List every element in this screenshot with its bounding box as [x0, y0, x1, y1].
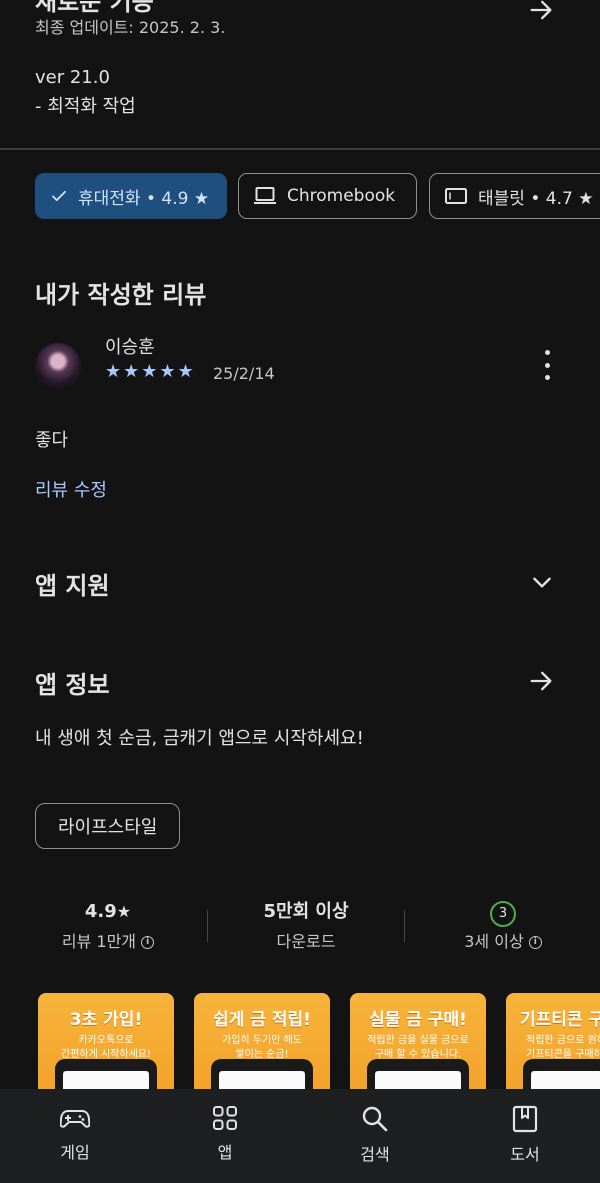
apps-grid-icon — [213, 1106, 237, 1130]
reviewer-name: 이승훈 — [105, 337, 155, 358]
chip-tablet[interactable]: 태블릿 • 4.7 ★ — [429, 173, 600, 219]
review-date: 25/2/14 — [213, 364, 275, 383]
nav-games[interactable]: 게임 — [15, 1089, 135, 1163]
category-tag[interactable]: 라이프스타일 — [35, 803, 181, 849]
downloads-value: 5만회 이상 — [263, 901, 349, 922]
section-divider — [0, 148, 600, 150]
chip-chromebook[interactable]: Chromebook — [238, 173, 417, 219]
stat-downloads: 5만회 이상 다운로드 — [231, 898, 381, 952]
my-review-heading: 내가 작성한 리뷰 — [35, 281, 207, 309]
gamepad-icon — [60, 1110, 90, 1128]
age-rating-badge: 3 — [490, 901, 516, 927]
laptop-icon — [254, 187, 276, 204]
nav-books[interactable]: 도서 — [465, 1089, 585, 1165]
screenshot-title: 쉽게 금 적립! — [213, 1010, 311, 1030]
info-icon: i — [528, 936, 542, 949]
nav-search[interactable]: 검색 — [315, 1089, 435, 1165]
nav-search-label: 검색 — [360, 1145, 390, 1164]
app-description: 내 생애 첫 순금, 금캐기 앱으로 시작하세요! — [35, 728, 364, 749]
chevron-down-icon[interactable] — [529, 569, 555, 599]
screenshot-caption: 카카오톡으로 — [78, 1035, 134, 1046]
screenshot-title: 3초 가입! — [69, 1010, 143, 1030]
app-info-heading[interactable]: 앱 정보 — [35, 665, 110, 700]
avatar — [35, 343, 81, 389]
chip-tablet-label: 태블릿 • 4.7 ★ — [478, 188, 594, 209]
chip-phone[interactable]: 휴대전화 • 4.9 ★ — [35, 173, 227, 219]
stat-divider — [207, 910, 208, 942]
screenshot-caption: 적립한 금으로 원하 — [526, 1035, 600, 1046]
screenshot-title: 실물 금 구매! — [369, 1010, 467, 1030]
more-options-icon[interactable] — [536, 350, 558, 380]
bottom-navigation: 게임 앱 검색 도서 — [0, 1089, 600, 1183]
info-icon: i — [141, 936, 155, 949]
stat-divider — [404, 910, 405, 942]
review-text: 좋다 — [35, 430, 69, 451]
nav-books-label: 도서 — [510, 1145, 540, 1164]
review-star-rating: ★★★★★ — [105, 361, 196, 382]
nav-apps-label: 앱 — [217, 1143, 233, 1162]
release-note-item: - 최적화 작업 — [35, 95, 136, 117]
downloads-label: 다운로드 — [276, 932, 336, 951]
stat-rating[interactable]: 4.9★ 리뷰 1만개 i — [33, 898, 183, 952]
last-updated-date: 최종 업데이트: 2025. 2. 3. — [35, 18, 226, 37]
release-notes: ver 21.0 - 최적화 작업 — [35, 64, 136, 122]
screenshot-caption: 적립한 금을 실물 금으로 — [367, 1035, 469, 1046]
edit-review-link[interactable]: 리뷰 수정 — [35, 476, 107, 502]
chip-chromebook-label: Chromebook — [287, 186, 396, 206]
screenshot-thumbnail[interactable]: 쉽게 금 적립! 가입히 두기만 해도 쌓이는 순금! — [194, 993, 330, 1103]
rating-value: 4.9 — [84, 901, 117, 922]
whats-new-arrow-icon[interactable] — [527, 0, 555, 28]
app-info-arrow-icon[interactable] — [527, 667, 555, 699]
version-text: ver 21.0 — [35, 67, 110, 88]
screenshot-thumbnail[interactable]: 실물 금 구매! 적립한 금을 실물 금으로 구매 할 수 있습니다. — [350, 993, 486, 1103]
nav-games-label: 게임 — [60, 1143, 90, 1162]
screenshot-thumbnail[interactable]: 3초 가입! 카카오톡으로 간편하게 시작하세요! — [38, 993, 174, 1103]
stat-content-rating[interactable]: 3 3세 이상 i — [428, 898, 578, 952]
star-icon: ★ — [116, 902, 132, 921]
check-icon — [52, 190, 66, 202]
book-icon — [512, 1105, 538, 1133]
rating-label: 리뷰 1만개 — [61, 932, 137, 951]
app-support-heading[interactable]: 앱 지원 — [35, 566, 110, 601]
chip-phone-label: 휴대전화 • 4.9 ★ — [78, 188, 210, 209]
tablet-icon — [445, 188, 467, 204]
search-icon — [362, 1106, 388, 1132]
screenshot-title: 기프티콘 구 — [520, 1010, 600, 1030]
screenshot-caption: 가입히 두기만 해도 — [222, 1035, 302, 1046]
age-rating-label: 3세 이상 — [464, 932, 524, 951]
screenshot-thumbnail[interactable]: 기프티콘 구 적립한 금으로 원하 기프티콘을 구매하 — [506, 993, 600, 1103]
nav-apps[interactable]: 앱 — [165, 1089, 285, 1163]
